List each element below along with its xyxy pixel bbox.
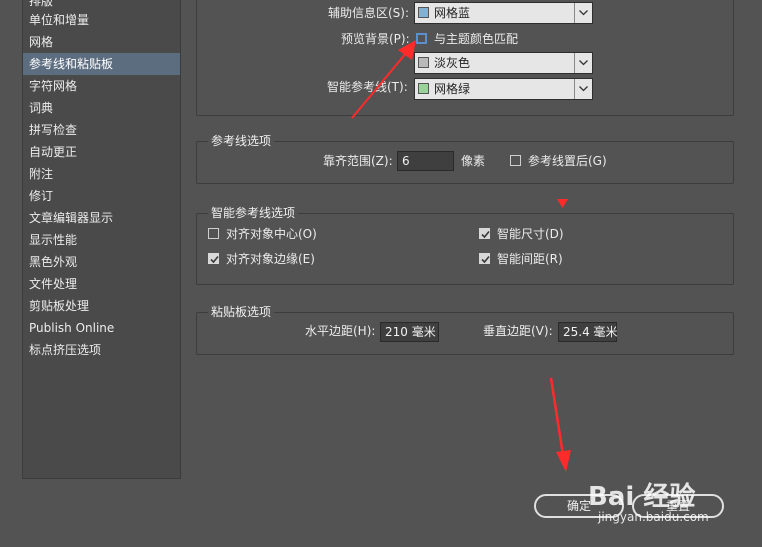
watermark-brand: Bai 经验 xyxy=(588,482,696,512)
marker-triangle xyxy=(557,199,568,208)
annotation-arrows xyxy=(351,40,571,472)
arrow-to-ok xyxy=(549,377,571,472)
watermark-url: jingyan.baidu.com xyxy=(598,510,709,524)
arrow-to-checkbox xyxy=(351,40,416,119)
